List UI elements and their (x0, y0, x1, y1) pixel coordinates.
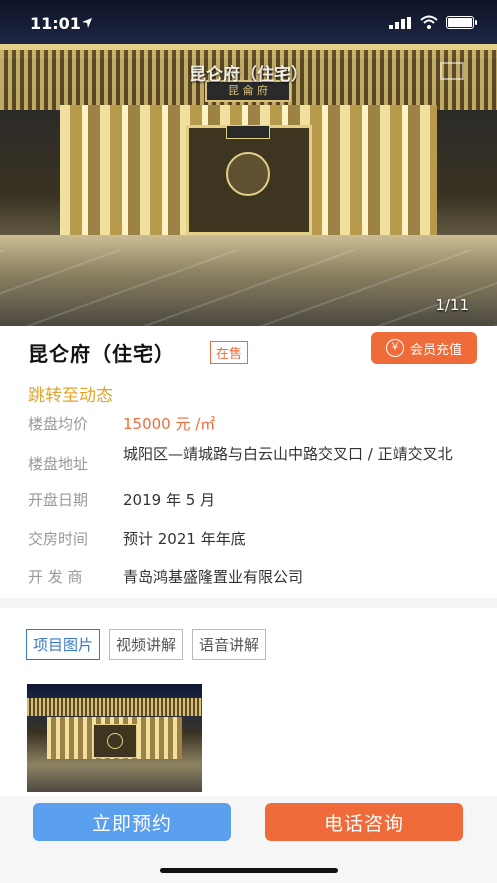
home-indicator (160, 868, 338, 873)
image-counter: 1/11 (435, 296, 469, 314)
hero-medal (226, 152, 270, 196)
thumb-canopy (27, 698, 202, 716)
battery-icon (446, 16, 474, 29)
signal-icon (389, 17, 411, 29)
media-tabs: 项目图片 视频讲解 语音讲解 (26, 629, 267, 660)
property-title: 昆仑府（住宅） (28, 342, 175, 366)
project-image-thumbnail[interactable] (27, 684, 202, 792)
info-value: 城阳区—靖城路与白云山中路交叉口 / 正靖交叉北 (123, 445, 453, 463)
wifi-icon (420, 15, 438, 29)
tab-audio[interactable]: 语音讲解 (192, 629, 267, 660)
phone-consult-button[interactable]: 电话咨询 (265, 803, 463, 841)
thumb-medal (107, 733, 123, 749)
vip-recharge-label: 会员充值 (409, 342, 462, 358)
share-icon[interactable] (440, 62, 464, 80)
tab-project-images[interactable]: 项目图片 (26, 629, 101, 660)
status-time: 11:01 (30, 14, 81, 33)
info-label: 开 发 商 (28, 568, 83, 586)
info-label: 楼盘均价 (28, 415, 89, 433)
info-label: 交房时间 (28, 530, 89, 548)
location-arrow-icon (82, 18, 92, 28)
info-value: 2019 年 5 月 (123, 491, 216, 509)
info-value: 预计 2021 年年底 (123, 530, 246, 548)
info-label: 开盘日期 (28, 491, 89, 509)
yen-icon: ￥ (385, 339, 404, 357)
jump-to-news-link[interactable]: 跳转至动态 (28, 381, 113, 406)
vip-recharge-button[interactable]: ￥ 会员充值 (371, 332, 477, 364)
book-now-button[interactable]: 立即预约 (33, 803, 231, 841)
property-title-row: 昆仑府（住宅） (28, 338, 175, 367)
status-bar: 11:01 (0, 0, 497, 44)
hero-plate (226, 125, 270, 139)
hero-floor-reflections (0, 250, 497, 326)
sale-status-badge: 在售 (210, 341, 249, 364)
hero-overlay-title: 昆仑府（住宅） (189, 65, 308, 85)
hero-image[interactable]: 昆 侖 府 昆仑府（住宅） 1/11 (0, 0, 497, 326)
battery-cap (475, 20, 477, 25)
tab-video[interactable]: 视频讲解 (109, 629, 184, 660)
section-divider (0, 598, 497, 608)
info-label: 楼盘地址 (28, 455, 89, 473)
info-value: 15000 元 /㎡ (123, 415, 216, 433)
info-value: 青岛鸿基盛隆置业有限公司 (123, 568, 304, 586)
